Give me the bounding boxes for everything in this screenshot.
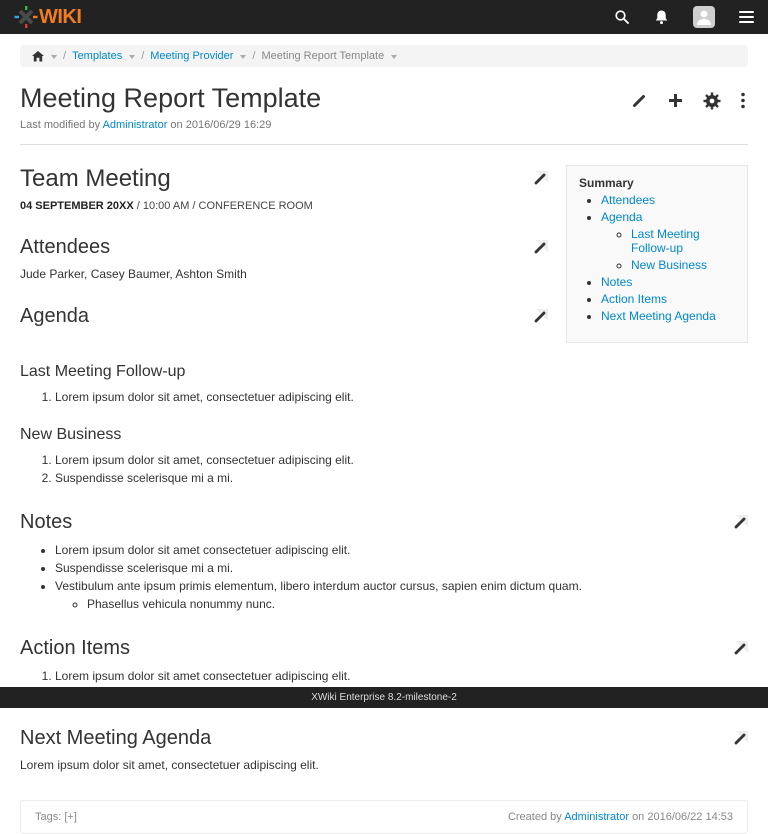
list-item: Suspendisse scelerisque mi a mi.: [55, 470, 748, 487]
meeting-title-heading: Team Meeting: [20, 165, 171, 193]
list-item: Suspendisse scelerisque mi a mi.: [55, 560, 748, 577]
breadcrumb-templates-caret-icon[interactable]: [129, 55, 135, 59]
version-footer: XWiki Enterprise 8.2-milestone-2: [0, 687, 768, 708]
last-meeting-list: Lorem ipsum dolor sit amet, consectetuer…: [20, 389, 748, 406]
new-business-heading: New Business: [20, 426, 748, 444]
last-modified-line: Last modified by Administrator on 2016/0…: [20, 119, 748, 131]
edit-section-attendees-icon[interactable]: [532, 240, 548, 256]
list-item: Lorem ipsum dolor sit amet consectetuer …: [55, 668, 748, 685]
list-item: Lorem ipsum dolor sit amet, consectetuer…: [55, 389, 748, 406]
modified-by-user-link[interactable]: Administrator: [103, 119, 168, 131]
breadcrumb: / Templates / Meeting Provider / Meeting…: [20, 45, 748, 67]
edit-section-agenda-icon[interactable]: [532, 309, 548, 325]
edit-page-button[interactable]: [631, 92, 648, 110]
breadcrumb-current-page: Meeting Report Template: [261, 50, 384, 62]
notes-heading: Notes: [20, 511, 72, 534]
toc-link-action-items[interactable]: Action Items: [601, 292, 667, 306]
xwiki-logo-x-icon: [14, 5, 38, 29]
edit-section-next-meeting-icon[interactable]: [732, 731, 748, 747]
tags-label: Tags:: [35, 811, 61, 823]
xwiki-logo-text: WIKI: [39, 7, 81, 27]
toc-link-notes[interactable]: Notes: [601, 275, 632, 289]
breadcrumb-home-icon[interactable]: [32, 51, 44, 62]
agenda-heading: Agenda: [20, 305, 89, 328]
next-meeting-text: Lorem ipsum dolor sit amet, consectetuer…: [20, 758, 748, 772]
summary-panel: Summary Attendees Agenda Last Meeting Fo…: [566, 165, 748, 343]
breadcrumb-link-meeting-provider[interactable]: Meeting Provider: [150, 50, 233, 62]
breadcrumb-meeting-provider-caret-icon[interactable]: [240, 55, 246, 59]
toc-link-new-business[interactable]: New Business: [631, 258, 707, 272]
list-item: Vestibulum ante ipsum primis elementum, …: [55, 578, 748, 613]
toc-link-agenda[interactable]: Agenda: [601, 210, 642, 224]
list-item: Phasellus vehicula nonummy nunc.: [87, 596, 748, 613]
notes-list: Lorem ipsum dolor sit amet consectetuer …: [20, 542, 748, 613]
user-avatar[interactable]: [693, 6, 715, 28]
toc-link-attendees[interactable]: Attendees: [601, 193, 655, 207]
list-item: Lorem ipsum dolor sit amet, consectetuer…: [55, 452, 748, 469]
breadcrumb-current-caret-icon[interactable]: [391, 55, 397, 59]
breadcrumb-home-caret-icon[interactable]: [51, 55, 57, 59]
summary-title: Summary: [579, 176, 739, 190]
created-line: Created by Administrator on 2016/06/22 1…: [508, 811, 733, 823]
breadcrumb-link-templates[interactable]: Templates: [72, 50, 122, 62]
attendees-heading: Attendees: [20, 236, 110, 259]
doc-footer-panel: Tags: [+] Created by Administrator on 20…: [20, 800, 748, 834]
attendees-names: Jude Parker, Casey Baumer, Ashton Smith: [20, 267, 548, 281]
xwiki-logo[interactable]: WIKI: [14, 5, 81, 29]
search-icon[interactable]: [614, 9, 630, 25]
top-navbar: WIKI: [0, 0, 768, 34]
header-divider: [20, 144, 748, 145]
edit-section-notes-icon[interactable]: [732, 515, 748, 531]
list-item: Lorem ipsum dolor sit amet consectetuer …: [55, 542, 748, 559]
add-tag-button[interactable]: [+]: [64, 811, 77, 823]
drawer-menu-icon[interactable]: [739, 11, 754, 23]
administer-gear-icon[interactable]: [703, 92, 721, 110]
notifications-bell-icon[interactable]: [654, 9, 669, 25]
toc-link-last-meeting[interactable]: Last Meeting Follow-up: [631, 227, 700, 255]
meeting-info-line: 04 SEPTEMBER 20XX / 10:00 AM / CONFERENC…: [20, 200, 548, 212]
last-meeting-heading: Last Meeting Follow-up: [20, 363, 748, 381]
new-business-list: Lorem ipsum dolor sit amet, consectetuer…: [20, 452, 748, 487]
edit-section-meeting-icon[interactable]: [532, 171, 548, 187]
version-text: XWiki Enterprise 8.2-milestone-2: [311, 692, 457, 703]
edit-section-action-items-icon[interactable]: [732, 641, 748, 657]
toc-link-next-meeting[interactable]: Next Meeting Agenda: [601, 309, 716, 323]
created-by-user-link[interactable]: Administrator: [564, 811, 629, 823]
tags-area: Tags: [+]: [35, 811, 77, 823]
more-actions-kebab-icon[interactable]: [740, 92, 746, 110]
page-title: Meeting Report Template: [20, 83, 321, 114]
action-items-heading: Action Items: [20, 637, 130, 660]
next-meeting-heading: Next Meeting Agenda: [20, 727, 211, 750]
create-page-button[interactable]: [667, 92, 684, 110]
